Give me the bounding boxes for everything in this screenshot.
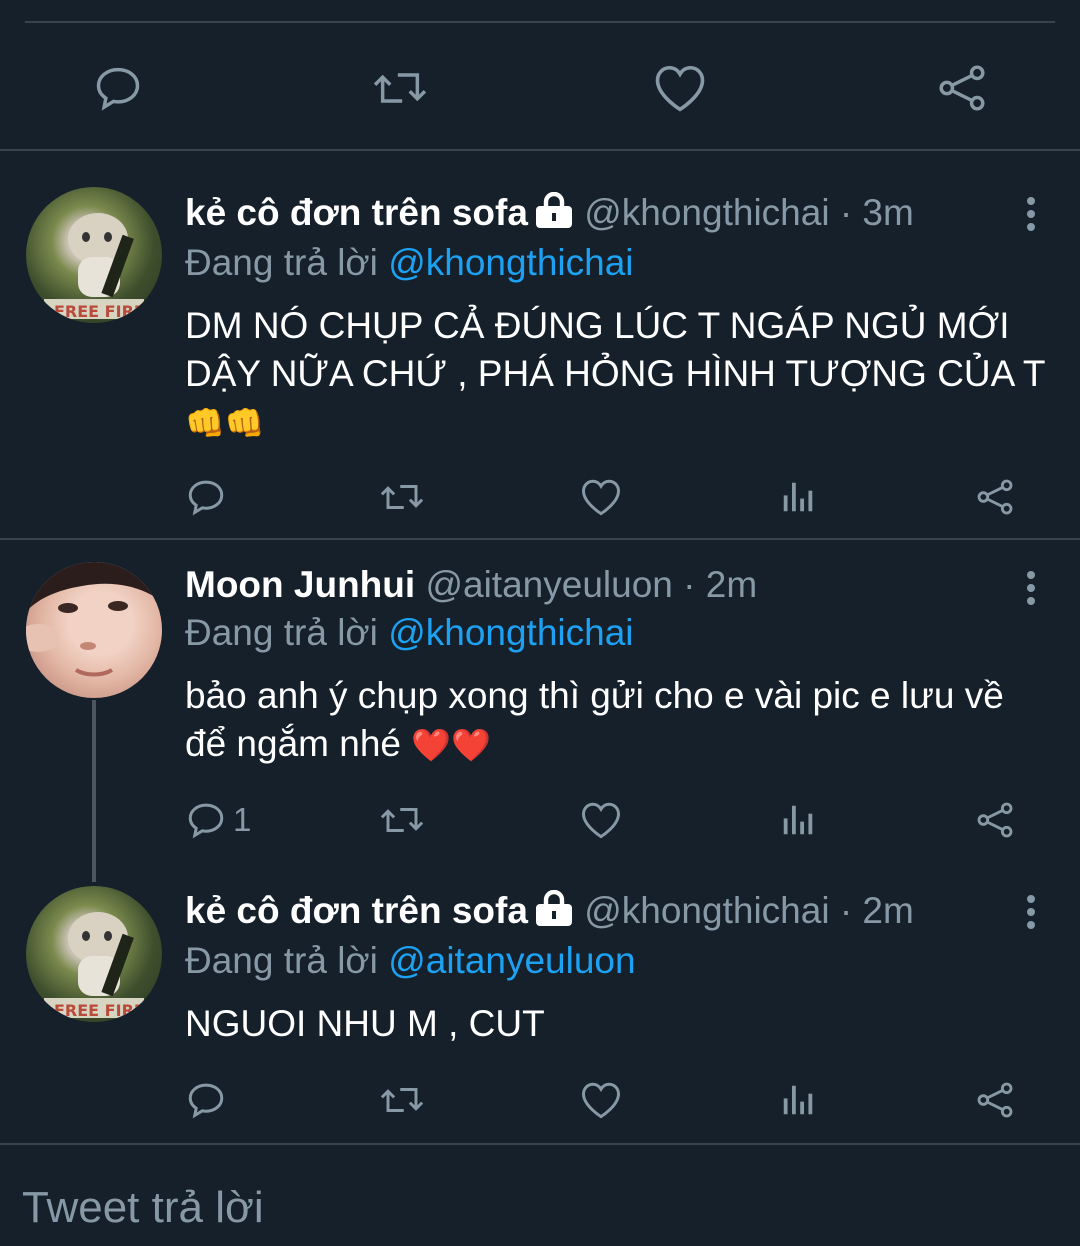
tweet-text-content: bảo anh ý chụp xong thì gửi cho e vài pi… bbox=[185, 675, 1004, 764]
share-icon[interactable] bbox=[975, 1075, 1015, 1125]
replying-prefix: Đang trả lời bbox=[185, 612, 389, 653]
like-icon[interactable] bbox=[580, 1075, 622, 1125]
like-icon[interactable] bbox=[580, 472, 622, 522]
divider bbox=[0, 149, 1080, 151]
replying-to: Đang trả lời @khongthichai bbox=[185, 242, 634, 284]
reply-icon[interactable]: 1 bbox=[185, 795, 251, 845]
avatar[interactable] bbox=[26, 562, 162, 698]
reply-icon[interactable] bbox=[185, 472, 233, 522]
display-name[interactable]: kẻ cô đơn trên sofa bbox=[185, 890, 528, 931]
mention-link[interactable]: @aitanyeuluon bbox=[388, 940, 635, 981]
replying-prefix: Đang trả lời bbox=[185, 940, 389, 981]
analytics-icon[interactable] bbox=[779, 795, 817, 845]
analytics-icon[interactable] bbox=[779, 472, 817, 522]
more-options-icon[interactable] bbox=[1025, 570, 1037, 611]
reply-input-placeholder[interactable]: Tweet trả lời bbox=[22, 1183, 264, 1233]
svg-text:FREE FIRE: FREE FIRE bbox=[54, 1001, 145, 1020]
share-icon[interactable] bbox=[932, 58, 992, 118]
more-options-icon[interactable] bbox=[1025, 894, 1037, 935]
display-name[interactable]: Moon Junhui bbox=[185, 564, 415, 605]
tweet-actions: 1 bbox=[185, 795, 1035, 845]
reply-icon[interactable] bbox=[88, 58, 148, 118]
svg-text:FREE FIRE: FREE FIRE bbox=[54, 302, 145, 321]
tweet-text: DM NÓ CHỤP CẢ ĐÚNG LÚC T NGÁP NGỦ MỚI DẬ… bbox=[185, 302, 1045, 447]
handle-timestamp[interactable]: @aitanyeuluon · 2m bbox=[425, 564, 757, 605]
main-tweet-actions bbox=[0, 50, 1080, 125]
tweet-thread-screen: FREE FIRE kẻ cô đơn trên sofa @khongthic… bbox=[0, 0, 1080, 1246]
tweet-header: kẻ cô đơn trên sofa @khongthichai · 2m bbox=[185, 889, 914, 935]
display-name[interactable]: kẻ cô đơn trên sofa bbox=[185, 192, 528, 233]
analytics-icon[interactable] bbox=[779, 1075, 817, 1125]
reply-count: 1 bbox=[233, 801, 252, 838]
share-icon[interactable] bbox=[975, 472, 1015, 522]
divider bbox=[0, 538, 1080, 540]
tweet-text-content: DM NÓ CHỤP CẢ ĐÚNG LÚC T NGÁP NGỦ MỚI DẬ… bbox=[185, 305, 1045, 394]
tweet-actions bbox=[185, 472, 1035, 522]
like-icon[interactable] bbox=[580, 795, 622, 845]
mention-link[interactable]: @khongthichai bbox=[388, 612, 633, 653]
tweet-header: kẻ cô đơn trên sofa @khongthichai · 3m bbox=[185, 191, 914, 237]
retweet-icon[interactable] bbox=[379, 1075, 425, 1125]
more-options-icon[interactable] bbox=[1025, 196, 1037, 237]
tweet-actions bbox=[185, 1075, 1035, 1125]
lock-icon bbox=[534, 889, 574, 935]
tweet-emoji: 👊👊 bbox=[185, 405, 265, 441]
top-divider bbox=[25, 21, 1055, 23]
retweet-icon[interactable] bbox=[370, 58, 430, 118]
replying-to: Đang trả lời @aitanyeuluon bbox=[185, 940, 636, 982]
lock-icon bbox=[534, 191, 574, 237]
handle-timestamp[interactable]: @khongthichai · 3m bbox=[584, 192, 914, 233]
reply-composer[interactable]: Tweet trả lời bbox=[0, 1145, 1080, 1246]
mention-link[interactable]: @khongthichai bbox=[388, 242, 633, 283]
share-icon[interactable] bbox=[975, 795, 1015, 845]
tweet-header: Moon Junhui @aitanyeuluon · 2m bbox=[185, 564, 757, 606]
retweet-icon[interactable] bbox=[379, 472, 425, 522]
replying-to: Đang trả lời @khongthichai bbox=[185, 612, 634, 654]
like-icon[interactable] bbox=[650, 58, 710, 118]
retweet-icon[interactable] bbox=[379, 795, 425, 845]
replying-prefix: Đang trả lời bbox=[185, 242, 389, 283]
tweet-text: NGUOI NHU M , CUT bbox=[185, 1000, 1045, 1048]
tweet-text: bảo anh ý chụp xong thì gửi cho e vài pi… bbox=[185, 672, 1045, 769]
avatar[interactable]: FREE FIRE bbox=[26, 187, 162, 323]
avatar[interactable]: FREE FIRE bbox=[26, 886, 162, 1022]
tweet-text-content: NGUOI NHU M , CUT bbox=[185, 1003, 545, 1044]
handle-timestamp[interactable]: @khongthichai · 2m bbox=[584, 890, 914, 931]
thread-connector bbox=[92, 700, 96, 882]
tweet-emoji: ❤️❤️ bbox=[411, 727, 491, 763]
reply-icon[interactable] bbox=[185, 1075, 233, 1125]
